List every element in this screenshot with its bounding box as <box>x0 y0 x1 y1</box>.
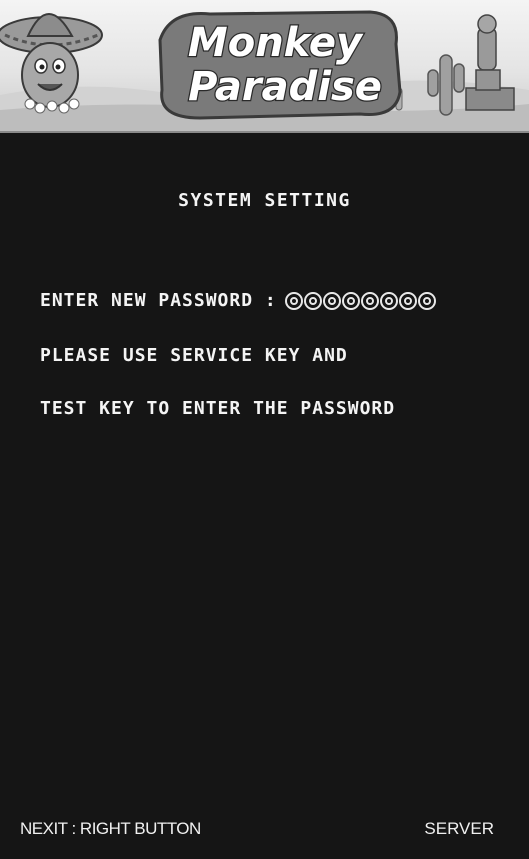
password-row: ENTER NEW PASSWORD : <box>40 290 436 311</box>
password-slot-icon <box>284 291 303 310</box>
page-title: SYSTEM SETTING <box>178 190 351 211</box>
password-slot-icon <box>303 291 322 310</box>
password-slot-icon <box>360 291 379 310</box>
game-logo: Monkey Paradise <box>158 10 402 120</box>
password-slot-icon <box>398 291 417 310</box>
password-slot-icon <box>417 291 436 310</box>
password-label: ENTER NEW PASSWORD : <box>40 290 277 311</box>
right-character-icon <box>465 14 515 111</box>
footer-server-label: SERVER <box>424 819 494 838</box>
game-banner: Monkey Paradise <box>0 0 529 133</box>
password-slot-icon <box>379 291 398 310</box>
instruction-line-1: PLEASE USE SERVICE KEY AND <box>40 345 348 366</box>
password-slot-icon <box>322 291 341 310</box>
instruction-line-2: TEST KEY TO ENTER THE PASSWORD <box>40 398 396 419</box>
password-input[interactable] <box>284 291 436 310</box>
game-screen: Monkey Paradise SYSTEM SETTING ENTER NEW… <box>0 0 529 859</box>
logo-line2: Paradise <box>188 64 382 110</box>
banner-artwork: Monkey Paradise <box>0 10 529 131</box>
password-slot-icon <box>341 291 360 310</box>
logo-line1: Monkey <box>188 20 364 66</box>
footer-hint: NEXIT : RIGHT BUTTON <box>20 819 201 838</box>
